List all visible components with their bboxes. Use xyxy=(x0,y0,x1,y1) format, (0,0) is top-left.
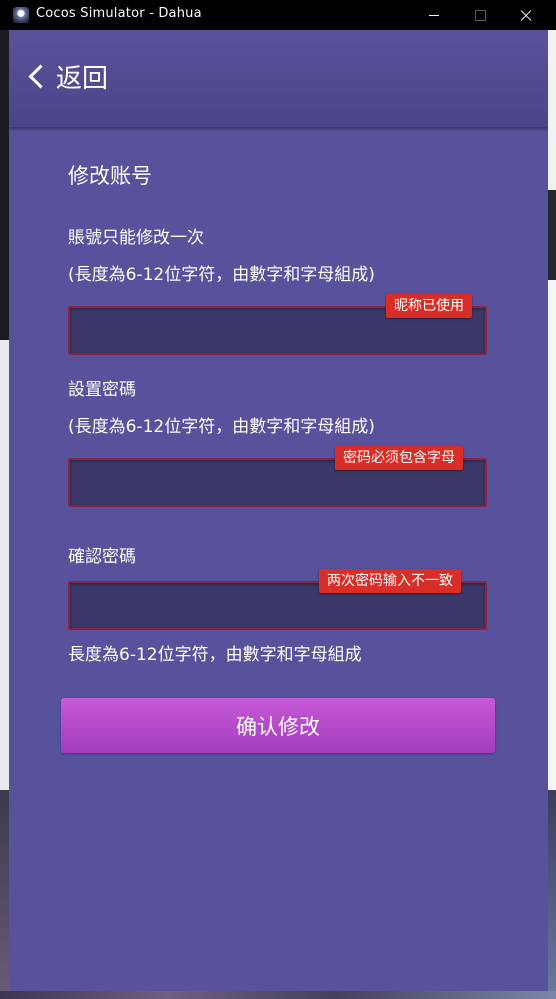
minimize-button[interactable] xyxy=(411,0,457,30)
confirm-password-label: 確認密碼 xyxy=(68,547,136,567)
password-hint: (長度為6-12位字符，由數字和字母組成) xyxy=(68,417,375,437)
account-hint: (長度為6-12位字符，由數字和字母組成) xyxy=(68,265,375,285)
confirm-password-error-badge: 两次密码输入不一致 xyxy=(319,569,461,593)
back-label: 返回 xyxy=(56,63,109,94)
password-error-badge: 密码必须包含字母 xyxy=(335,446,463,470)
desktop-background-bottom xyxy=(0,991,556,999)
top-bar: 返回 xyxy=(9,30,548,127)
account-label: 賬號只能修改一次 xyxy=(68,228,204,248)
window-titlebar: Cocos Simulator - Dahua xyxy=(0,0,556,30)
chevron-left-icon xyxy=(28,63,53,89)
maximize-button[interactable] xyxy=(457,0,503,30)
confirm-modify-button[interactable]: 确认修改 xyxy=(61,698,495,753)
password-label: 設置密碼 xyxy=(68,380,136,400)
cocos-app-icon xyxy=(13,7,29,23)
confirm-password-hint: 長度為6-12位字符，由數字和字母組成 xyxy=(68,645,362,665)
desktop-background-left xyxy=(0,30,9,999)
close-button[interactable] xyxy=(503,0,549,30)
account-error-badge: 昵称已使用 xyxy=(386,294,472,318)
simulator-screen: 返回 修改账号 賬號只能修改一次 (長度為6-12位字符，由數字和字母組成) 昵… xyxy=(9,30,548,991)
desktop-background-right xyxy=(548,30,556,999)
window-title: Cocos Simulator - Dahua xyxy=(36,6,202,21)
back-button[interactable]: 返回 xyxy=(23,54,108,98)
section-title: 修改账号 xyxy=(68,164,152,188)
